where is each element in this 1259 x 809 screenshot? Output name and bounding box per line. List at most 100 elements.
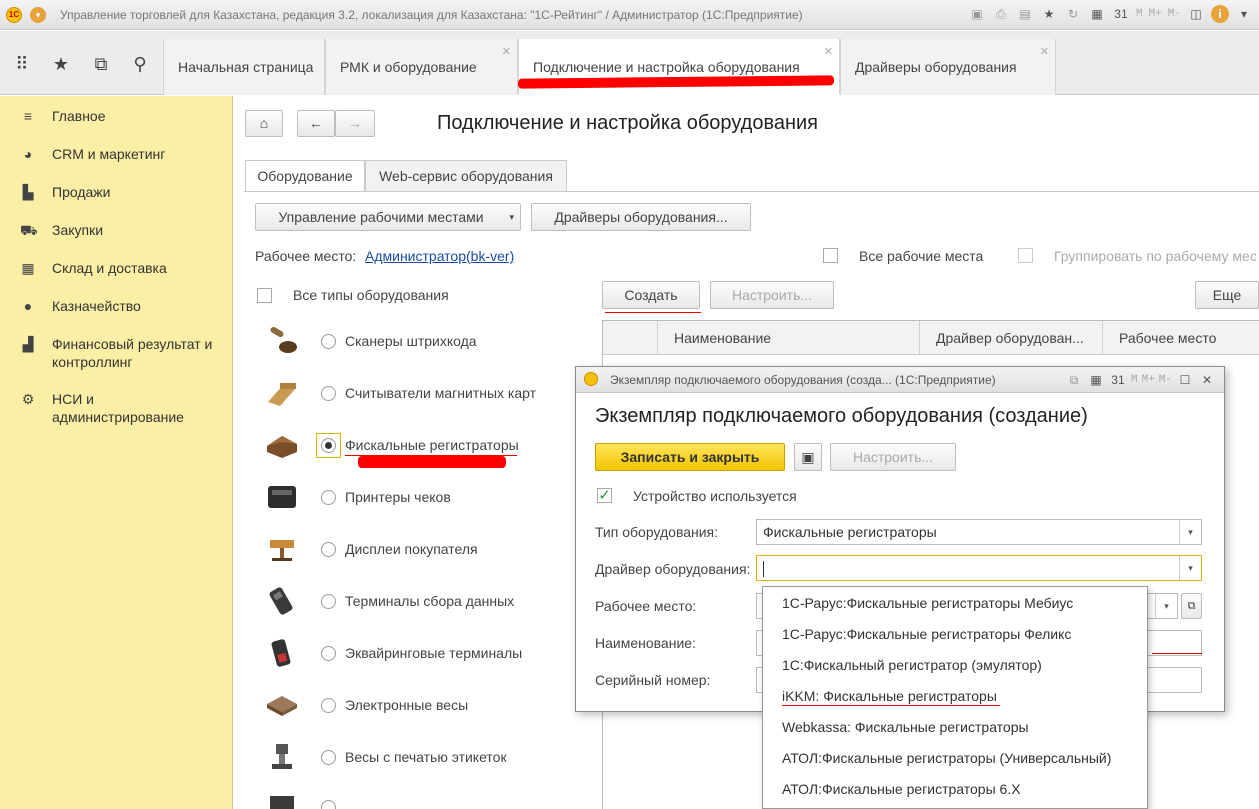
column-header-workplace[interactable]: Рабочее место	[1103, 321, 1259, 355]
driver-option[interactable]: Webkassa: Фискальные регистраторы	[782, 719, 1029, 735]
memory-mminus-button[interactable]: M-	[1159, 371, 1172, 389]
equipment-drivers-button[interactable]: Драйверы оборудования...	[531, 203, 751, 231]
sidebar-item-admin[interactable]: ⚙ НСИ и администрирование	[0, 390, 233, 426]
apps-grid-icon[interactable]: ⠿	[10, 53, 34, 75]
sidebar-item-finance[interactable]: ▟ Финансовый результат и контроллинг	[0, 335, 233, 371]
main-menu-icon[interactable]: ▾	[30, 6, 46, 23]
pie-chart-icon: ◕	[23, 146, 33, 162]
close-icon[interactable]: ✕	[1198, 371, 1216, 389]
open-workplace-button[interactable]: ⧉	[1181, 593, 1202, 619]
driver-option[interactable]: 1С:Фискальный регистратор (эмулятор)	[782, 657, 1042, 673]
close-tab-icon[interactable]: ✕	[1040, 45, 1049, 58]
memory-mplus-button[interactable]: M+	[1142, 371, 1155, 389]
tab-web-service[interactable]: Web-сервис оборудования	[365, 160, 567, 192]
history-icon[interactable]: ↻	[1064, 5, 1082, 23]
back-button[interactable]: ←	[297, 110, 335, 137]
calculator-icon[interactable]: ▦	[1088, 5, 1106, 23]
maximize-icon[interactable]: ☐	[1176, 371, 1194, 389]
radio-electronic-scales[interactable]	[321, 698, 336, 713]
page-title: Подключение и настройка оборудования	[437, 112, 819, 134]
memory-m-button[interactable]: M	[1131, 371, 1138, 389]
device-used-checkbox[interactable]: ✓	[597, 488, 612, 503]
tab-equipment-drivers[interactable]: Драйверы оборудования ✕	[840, 39, 1056, 95]
memory-mplus-button[interactable]: M+	[1149, 5, 1162, 23]
favorites-add-icon[interactable]: ★	[1040, 5, 1058, 23]
favorites-star-icon[interactable]: ★	[49, 53, 73, 75]
sidebar-item-warehouse[interactable]: ▦ Склад и доставка	[0, 259, 233, 277]
radio-acquiring-terminals[interactable]	[321, 646, 336, 661]
home-button[interactable]: ⌂	[245, 110, 283, 137]
sidebar-item-purchases[interactable]: ⛟ Закупки	[0, 221, 233, 239]
more-button[interactable]: Еще	[1195, 281, 1259, 309]
link-icon[interactable]: ⧉	[1065, 371, 1083, 389]
manage-workplaces-button[interactable]: Управление рабочими местами ▾	[255, 203, 521, 231]
radio-card-readers[interactable]	[321, 386, 336, 401]
save-button[interactable]: ▣	[794, 443, 822, 471]
radio-label-scales[interactable]	[321, 750, 336, 765]
memory-m-button[interactable]: M	[1136, 5, 1143, 23]
radio-receipt-printers[interactable]	[321, 490, 336, 505]
all-workplaces-checkbox[interactable]	[823, 248, 838, 263]
radio-data-terminals[interactable]	[321, 594, 336, 609]
cart-icon: ⛟	[20, 222, 38, 238]
save-icon[interactable]: ▣	[968, 5, 986, 23]
radio-equipment-type[interactable]	[321, 800, 336, 809]
configure-label: Настроить...	[731, 287, 813, 303]
sidebar-item-crm[interactable]: ◕ CRM и маркетинг	[0, 145, 233, 163]
sidebar-item-label: Закупки	[52, 222, 104, 238]
close-tab-icon[interactable]: ✕	[824, 45, 833, 58]
chevron-down-icon[interactable]: ▾	[1179, 520, 1201, 544]
history-clip-icon[interactable]: ⧉	[89, 53, 113, 75]
equipment-type-select[interactable]: Фискальные регистраторы ▾	[756, 519, 1202, 545]
column-header-name[interactable]: Наименование	[658, 321, 920, 355]
driver-option[interactable]: АТОЛ:Фискальные регистраторы (Универсаль…	[782, 750, 1111, 766]
save-and-close-button[interactable]: Записать и закрыть	[595, 443, 785, 471]
calculator-icon[interactable]: ▦	[1087, 371, 1105, 389]
configure-button[interactable]: Настроить...	[710, 281, 834, 309]
tab-equipment[interactable]: Оборудование	[245, 160, 365, 192]
calendar-icon[interactable]: 31	[1109, 371, 1127, 389]
sidebar-item-label: Финансовый результат и контроллинг	[52, 336, 213, 370]
radio-customer-displays[interactable]	[321, 542, 336, 557]
sidebar-item-main[interactable]: ≡ Главное	[0, 107, 233, 125]
help-icon[interactable]: i	[1211, 5, 1229, 23]
text-cursor	[763, 561, 764, 578]
tab-pos-equipment-label: РМК и оборудование	[340, 59, 477, 75]
tab-home[interactable]: Начальная страница	[163, 39, 325, 95]
sidebar-item-treasury[interactable]: ● Казначейство	[0, 297, 233, 315]
sidebar-item-label: Казначейство	[52, 298, 141, 314]
close-tab-icon[interactable]: ✕	[502, 45, 511, 58]
workplace-link[interactable]: Администратор(bk-ver)	[365, 248, 514, 264]
group-by-workplace-label: Группировать по рабочему мес	[1054, 248, 1257, 264]
create-button[interactable]: Создать	[602, 281, 700, 309]
memory-mminus-button[interactable]: M-	[1168, 5, 1181, 23]
chevron-down-icon[interactable]: ▾	[1155, 594, 1177, 618]
driver-option[interactable]: АТОЛ:Фискальные регистраторы 6.Х	[782, 781, 1021, 797]
search-icon[interactable]: ⚲	[128, 53, 152, 75]
tab-equipment-setup-label: Подключение и настройка оборудования	[533, 59, 800, 75]
driver-option[interactable]: 1С-Рарус:Фискальные регистраторы Мебиус	[782, 595, 1073, 611]
group-by-workplace-checkbox[interactable]	[1018, 248, 1033, 263]
dialog-configure-button[interactable]: Настроить...	[830, 443, 956, 471]
driver-option[interactable]: 1С-Рарус:Фискальные регистраторы Феликс	[782, 626, 1071, 642]
equipment-type-label: Весы с печатью этикеток	[345, 749, 507, 765]
sidebar-item-sales[interactable]: ▙ Продажи	[0, 183, 233, 201]
driver-select[interactable]: ▾	[756, 555, 1202, 581]
calendar-icon[interactable]: 31	[1112, 5, 1130, 23]
all-types-checkbox[interactable]	[257, 288, 272, 303]
preview-icon[interactable]: ▤	[1016, 5, 1034, 23]
equipment-icon	[270, 796, 294, 809]
dialog-configure-label: Настроить...	[852, 449, 934, 465]
more-menu-icon[interactable]: ▾	[1235, 5, 1253, 23]
radio-fiscal-registers[interactable]	[321, 438, 336, 453]
chevron-down-icon: ▾	[509, 212, 514, 222]
driver-option[interactable]: iKKM: Фискальные регистраторы	[782, 688, 997, 704]
tab-pos-equipment[interactable]: РМК и оборудование ✕	[325, 39, 518, 95]
column-header-driver[interactable]: Драйвер оборудован...	[920, 321, 1103, 355]
tab-home-label: Начальная страница	[178, 59, 314, 75]
print-icon[interactable]: ⎙	[992, 5, 1010, 23]
chevron-down-icon[interactable]: ▾	[1179, 556, 1201, 580]
radio-barcode-scanners[interactable]	[321, 334, 336, 349]
forward-button[interactable]: →	[335, 110, 375, 137]
panels-icon[interactable]: ◫	[1187, 5, 1205, 23]
